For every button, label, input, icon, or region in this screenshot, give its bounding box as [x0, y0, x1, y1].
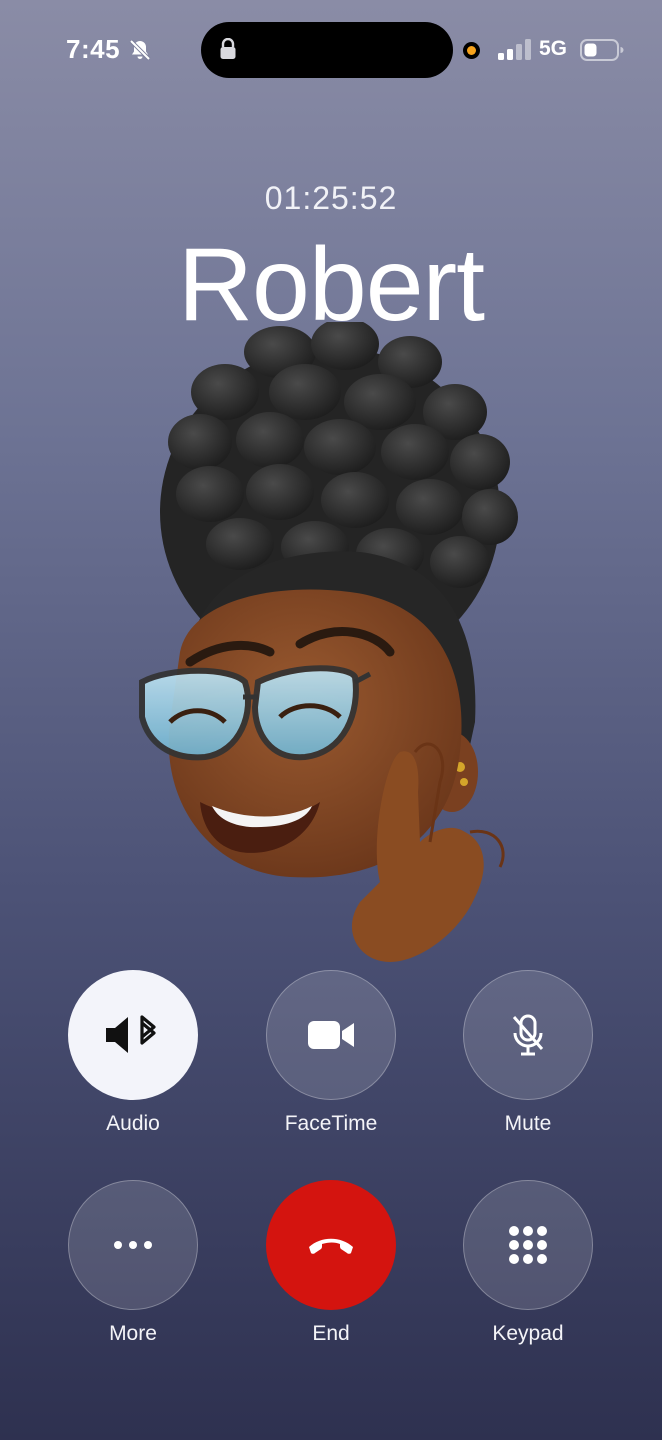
keypad-label: Keypad — [492, 1322, 564, 1345]
ellipsis-icon — [114, 1241, 152, 1249]
mute-label: Mute — [504, 1112, 552, 1135]
caller-avatar — [139, 322, 518, 962]
speaker-bluetooth-icon — [106, 1015, 156, 1053]
privacy-indicator — [463, 42, 480, 59]
call-timer: 01:25:52 — [264, 180, 398, 216]
bell-slash-icon — [129, 39, 151, 61]
end-label: End — [312, 1322, 350, 1345]
audio-label: Audio — [106, 1112, 160, 1135]
end-call-button[interactable] — [266, 1180, 396, 1310]
mic-slash-icon — [512, 1014, 544, 1056]
video-camera-icon — [308, 1021, 354, 1049]
facetime-button[interactable] — [266, 970, 396, 1100]
more-button[interactable] — [68, 1180, 198, 1310]
facetime-label: FaceTime — [284, 1112, 378, 1135]
keypad-icon — [509, 1226, 547, 1264]
battery-icon — [580, 39, 624, 61]
lock-icon — [220, 38, 236, 59]
mute-button[interactable] — [463, 970, 593, 1100]
network-type: 5G — [539, 37, 568, 60]
keypad-button[interactable] — [463, 1180, 593, 1310]
signal-icon — [498, 39, 531, 60]
dynamic-island[interactable] — [201, 22, 453, 78]
phone-down-icon — [309, 1238, 353, 1254]
audio-button[interactable] — [68, 970, 198, 1100]
status-time: 7:45 — [66, 34, 121, 64]
more-label: More — [109, 1322, 157, 1345]
status-bar: 7:45 5G — [0, 0, 662, 100]
